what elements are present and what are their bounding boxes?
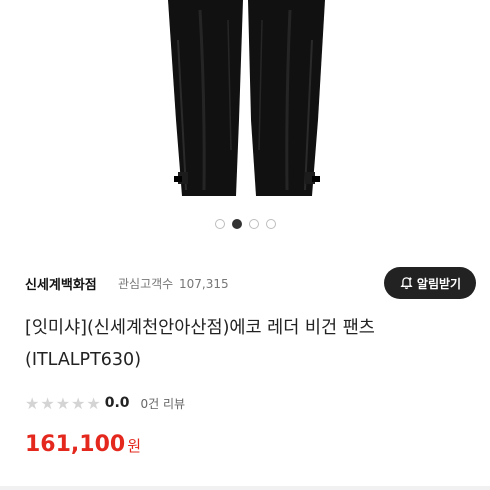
star-icon: ★ [25,393,40,413]
pagination-dot[interactable] [265,219,276,229]
price-row: 161,100 원 [25,432,141,457]
store-row: 신세계백화점 관심고객수 107,315 알림받기 [25,267,476,299]
alarm-subscribe-button[interactable]: 알림받기 [384,267,476,299]
product-image-gallery[interactable] [0,0,490,210]
product-title: [잇미샤](신세계천안아산점)에코 레더 비건 팬츠 (ITLALPT630) [25,318,375,370]
pagination-dot[interactable] [214,219,225,229]
star-icon: ★ [40,393,55,413]
section-divider [0,486,490,490]
star-icon: ★ [71,393,86,413]
star-icon: ★ [86,393,101,413]
star-icon: ★ [55,393,71,413]
follower-count-text: 관심고객수 107,315 [118,275,229,292]
price-currency: 원 [127,437,142,455]
pagination-dot-active[interactable] [231,219,242,229]
follower-label: 관심고객수 [118,277,174,291]
rating-stars: ★ ★ ★ ★ ★ [25,394,101,413]
rating-value: 0.0 [104,395,130,411]
gallery-pagination [0,219,490,233]
bell-plus-icon [399,276,414,291]
review-count-link[interactable]: 0건 리뷰 [141,395,186,412]
alarm-button-label: 알림받기 [416,276,462,291]
follower-count-value: 107,315 [179,277,229,291]
pagination-dot[interactable] [248,219,259,229]
price-amount: 161,100 [25,432,126,457]
product-image [168,0,325,196]
store-name-link[interactable]: 신세계백화점 [25,274,97,293]
rating-row[interactable]: ★ ★ ★ ★ ★ 0.0 0건 리뷰 [25,393,185,413]
